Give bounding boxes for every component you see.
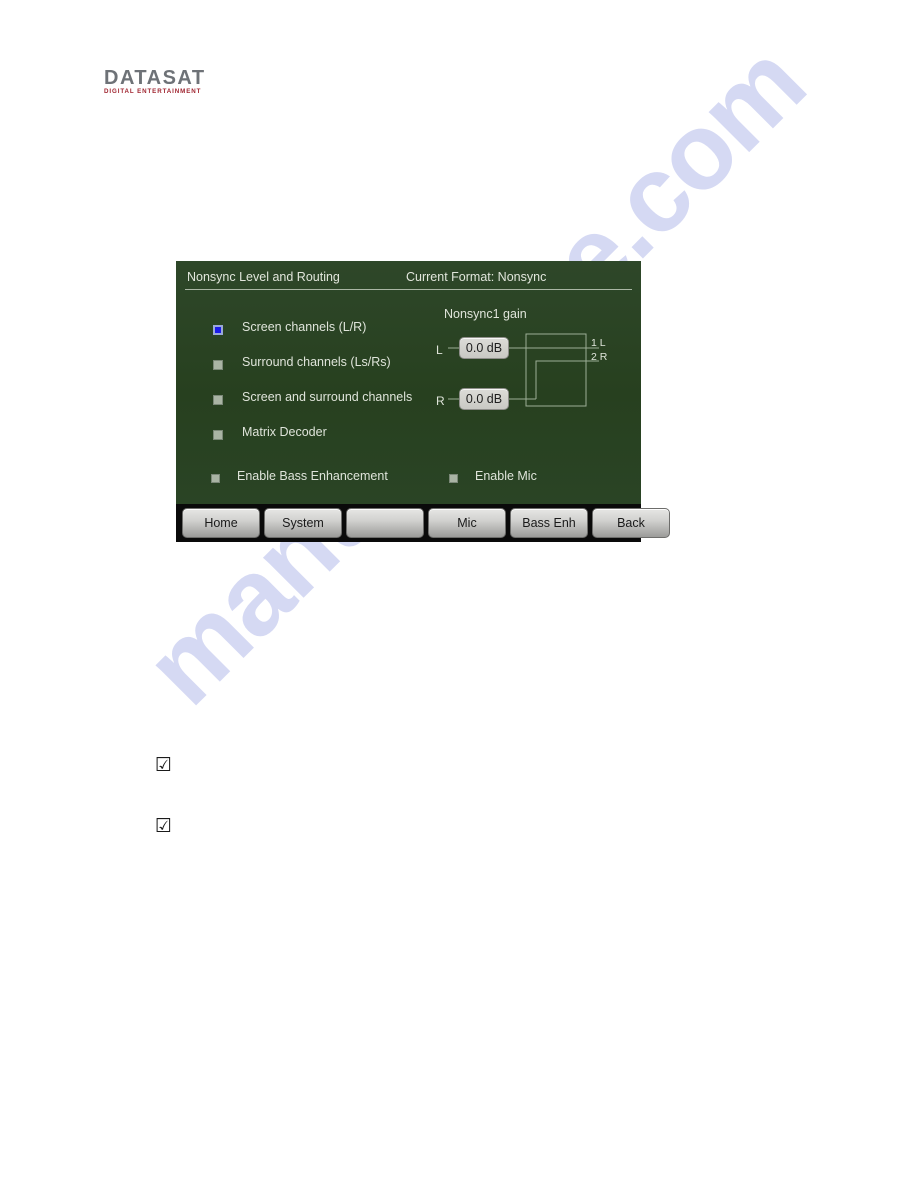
routing-options-group: Screen channels (L/R) Surround channels … [213,320,463,460]
radio-option-surround-channels[interactable]: Surround channels (Ls/Rs) [213,355,463,380]
datasat-logo: DATASAT DIGITAL ENTERTAINMENT [104,68,206,95]
radio-label-surround-channels: Surround channels (Ls/Rs) [242,355,391,369]
checked-box-glyph-1: ☑ [155,754,173,776]
logo-secondary-text: DIGITAL ENTERTAINMENT [104,88,202,95]
checkbox-icon-bass-enhancement[interactable] [211,474,220,483]
gain-routing-section: Nonsync1 gain L R 0.0 dB 0.0 dB 1 L 2 R [431,307,641,427]
current-format-label: Current Format: Nonsync [406,270,547,284]
nav-button-home[interactable]: Home [182,508,260,538]
gain-value-button-l[interactable]: 0.0 dB [459,337,509,359]
radio-icon-surround-channels[interactable] [213,360,223,370]
radio-option-screen-channels[interactable]: Screen channels (L/R) [213,320,463,345]
panel-header: Nonsync Level and Routing Current Format… [176,261,641,291]
checked-box-glyph-2: ☑ [155,815,173,837]
gain-input-label-r: R [436,394,445,408]
radio-icon-screen-channels[interactable] [213,325,223,335]
checkbox-label-enable-mic: Enable Mic [475,469,537,483]
radio-label-matrix-decoder: Matrix Decoder [242,425,327,439]
routing-output-label-1: 1 L [591,337,606,349]
nav-button-mic[interactable]: Mic [428,508,506,538]
nav-button-bass-enh[interactable]: Bass Enh [510,508,588,538]
radio-option-matrix-decoder[interactable]: Matrix Decoder [213,425,463,450]
page-title: Nonsync Level and Routing [187,270,340,284]
nav-button-blank[interactable] [346,508,424,538]
radio-icon-matrix-decoder[interactable] [213,430,223,440]
screen-area: Nonsync Level and Routing Current Format… [176,261,641,504]
nav-button-back[interactable]: Back [592,508,670,538]
checkbox-label-bass-enhancement: Enable Bass Enhancement [237,469,388,483]
logo-primary-text: DATASAT [104,67,206,89]
feature-toggles-row: Enable Bass Enhancement Enable Mic [211,469,631,489]
checkbox-icon-enable-mic[interactable] [449,474,458,483]
page-watermark: manualshive.com [0,0,918,1188]
radio-icon-screen-and-surround[interactable] [213,395,223,405]
gain-value-button-r[interactable]: 0.0 dB [459,388,509,410]
gain-input-label-l: L [436,343,443,357]
radio-label-screen-and-surround: Screen and surround channels [242,390,413,404]
radio-label-screen-channels: Screen channels (L/R) [242,320,367,334]
nav-button-system[interactable]: System [264,508,342,538]
routing-output-label-2: 2 R [591,351,608,363]
radio-option-screen-and-surround[interactable]: Screen and surround channels [213,390,463,415]
device-touchscreen-panel: Nonsync Level and Routing Current Format… [176,261,670,542]
navigation-button-bar: Home System Mic Bass Enh Back [176,504,670,542]
header-divider [185,289,632,290]
